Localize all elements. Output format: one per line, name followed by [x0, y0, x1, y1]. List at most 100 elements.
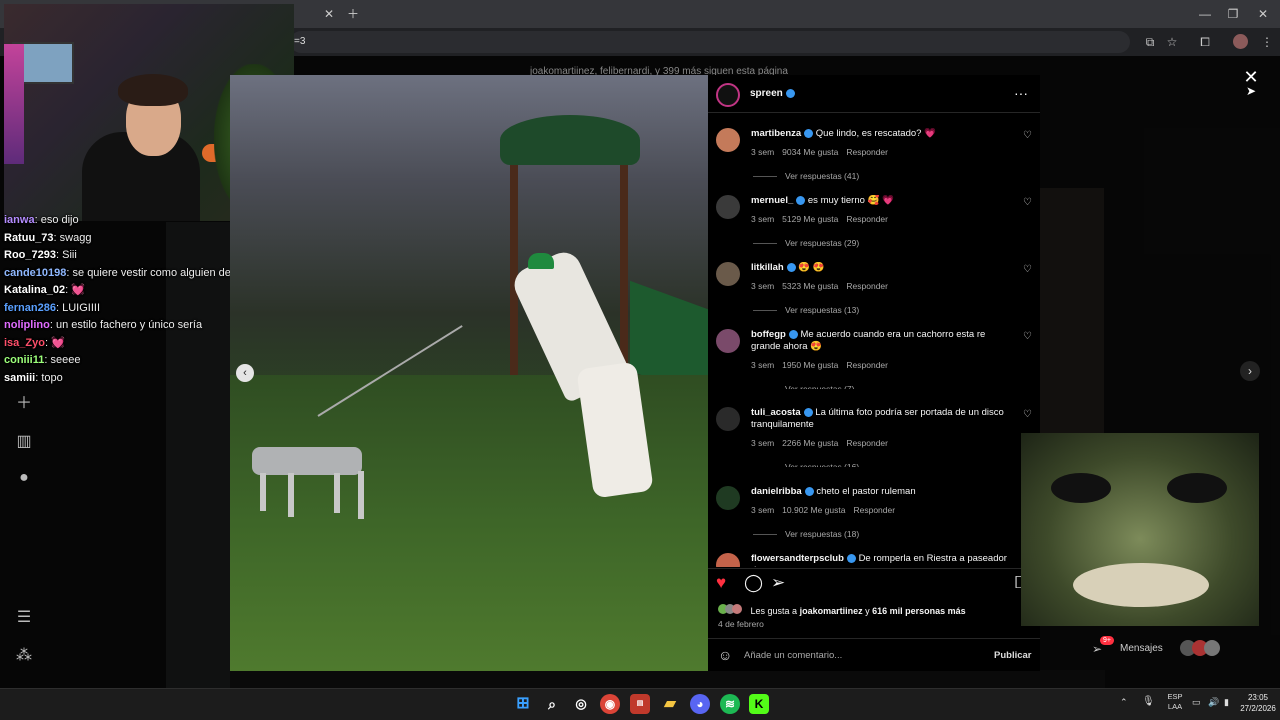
volume-icon[interactable]: 🔊 [1208, 697, 1219, 708]
address-bar[interactable]: =3 [290, 31, 1130, 53]
chat-username: samiii [4, 371, 36, 384]
comment-likes[interactable]: 1950 Me gusta [782, 360, 838, 370]
reply-button[interactable]: Responder [846, 147, 888, 157]
view-replies-button[interactable]: Ver respuestas (18) [753, 529, 859, 539]
comment-like-heart-icon[interactable]: ♡ [1023, 130, 1032, 141]
comment-likes[interactable]: 10.902 Me gusta [782, 505, 845, 515]
commenter-avatar[interactable] [716, 262, 740, 286]
cat-eye [1167, 473, 1227, 503]
copilot-icon[interactable]: ◎ [571, 694, 591, 714]
comment-username[interactable]: litkillah [751, 262, 784, 273]
reply-button[interactable]: Responder [853, 505, 895, 515]
tray-chevron-icon[interactable]: ⌃ [1120, 697, 1128, 708]
commenter-avatar[interactable] [716, 329, 740, 353]
comment-item: tuli_acosta La última foto podría ser po… [714, 407, 1036, 467]
green-cap [528, 253, 554, 269]
reply-button[interactable]: Responder [846, 360, 888, 370]
more-apps-icon[interactable]: ⁂ [14, 646, 34, 666]
extensions-icon[interactable]: ⧠ [1194, 32, 1216, 52]
comment-username[interactable]: martibenza [751, 128, 801, 139]
new-tab-icon[interactable]: ＋ [342, 4, 364, 24]
spotify-icon[interactable]: ≋ [720, 694, 740, 714]
system-clock[interactable]: 23:05 27/2/2026 [1236, 692, 1280, 714]
share-icon[interactable]: ➢ [771, 573, 785, 593]
comment-like-heart-icon[interactable]: ♡ [1023, 197, 1032, 208]
hamburger-menu-icon[interactable]: ☰ [14, 608, 34, 628]
chrome-icon[interactable]: ◉ [600, 694, 620, 714]
comment-likes[interactable]: 9034 Me gusta [782, 147, 838, 157]
author-username[interactable]: spreen [750, 88, 795, 99]
commenter-avatar[interactable] [716, 407, 740, 431]
messages-button[interactable]: ➢ 9+ Mensajes [1092, 636, 1232, 662]
comment-like-heart-icon[interactable]: ♡ [1023, 409, 1032, 420]
commenter-avatar[interactable] [716, 553, 740, 567]
view-replies-button[interactable]: Ver respuestas (41) [753, 171, 859, 181]
commenter-avatar[interactable] [716, 128, 740, 152]
comment-like-heart-icon[interactable]: ♡ [1023, 331, 1032, 342]
menu-icon[interactable]: ⋮ [1256, 32, 1278, 52]
microphone-icon[interactable]: 🎙 [1142, 696, 1155, 707]
comment-username[interactable]: danielribba [751, 486, 802, 497]
view-replies-button[interactable]: Ver respuestas (16) [753, 462, 859, 467]
file-explorer-icon[interactable]: ▰ [660, 694, 680, 714]
tab-close-icon[interactable]: ✕ [318, 4, 340, 24]
view-replies-button[interactable]: Ver respuestas (29) [753, 238, 859, 248]
reply-button[interactable]: Responder [846, 281, 888, 291]
install-app-icon[interactable]: ⧉ [1139, 32, 1161, 52]
display-icon[interactable]: ▭ [1192, 697, 1201, 708]
comment-meta: 3 sem 5323 Me gusta Responder [751, 281, 896, 291]
star-icon[interactable]: ☆ [1161, 32, 1183, 52]
cat-eye [1051, 473, 1111, 503]
publish-button[interactable]: Publicar [994, 650, 1032, 661]
comment-username[interactable]: mernuel_ [751, 195, 793, 206]
view-replies-button[interactable]: Ver respuestas (13) [753, 305, 859, 315]
commenter-avatar[interactable] [716, 486, 740, 510]
comment-likes[interactable]: 5129 Me gusta [782, 214, 838, 224]
likes-user[interactable]: joakomartiinez [800, 606, 863, 616]
backdrop-followers-note: joakomartiinez, felibernardi, y 399 más … [530, 66, 788, 77]
stats-icon[interactable]: ▥ [14, 432, 34, 452]
battery-icon[interactable]: ▮ [1224, 697, 1229, 708]
app-icon[interactable]: ▤ [630, 694, 650, 714]
reply-button[interactable]: Responder [846, 438, 888, 448]
discord-icon[interactable]: ◕ [690, 694, 710, 714]
robot-dog-leg [288, 473, 294, 517]
comment-meta: 3 sem 10.902 Me gusta Responder [751, 505, 903, 515]
chat-text: Siii [62, 249, 77, 261]
comment-username[interactable]: boffegp [751, 329, 786, 340]
comment-time: 3 sem [751, 438, 775, 448]
likes-summary[interactable]: Les gusta a joakomartiinez y 616 mil per… [718, 604, 1018, 616]
restore-icon[interactable]: ❐ [1222, 4, 1244, 24]
kick-icon[interactable]: K [749, 694, 769, 714]
more-options-icon[interactable]: ··· [1014, 85, 1028, 101]
comment-like-heart-icon[interactable]: ♡ [1023, 264, 1032, 275]
comment-likes[interactable]: 2266 Me gusta [782, 438, 838, 448]
comment-icon[interactable]: ◯ [744, 573, 763, 593]
comment-username[interactable]: flowersandterpsclub [751, 553, 844, 564]
reply-button[interactable]: Responder [846, 214, 888, 224]
emoji-icon[interactable]: ☺ [718, 647, 732, 663]
language-indicator[interactable]: ESP LAA [1160, 692, 1190, 712]
comment-item: martibenza Que lindo, es rescatado? 💗 3 s… [714, 128, 1036, 188]
commenter-avatar[interactable] [716, 195, 740, 219]
comment-input[interactable]: Añade un comentario... [744, 650, 964, 661]
windows-start-icon[interactable]: ⊞ [513, 694, 533, 714]
post-photo[interactable] [230, 75, 708, 671]
profile-avatar[interactable] [1233, 34, 1248, 49]
likes-count[interactable]: 616 mil personas más [872, 606, 966, 616]
robot-dog-leg [358, 471, 364, 519]
view-replies-button[interactable]: Ver respuestas (7) [753, 384, 854, 389]
comment-likes[interactable]: 5323 Me gusta [782, 281, 838, 291]
comment-item: mernuel_ es muy tierno 🥰 💗 3 sem 5129 Me g… [714, 195, 1036, 255]
plus-icon[interactable]: ＋ [14, 394, 34, 414]
previous-post-arrow-icon[interactable]: ‹ [236, 364, 254, 382]
comment-body: tuli_acosta La última foto podría ser po… [751, 407, 1013, 431]
search-icon[interactable]: ⌕ [542, 694, 562, 714]
close-icon[interactable]: ✕ [1252, 4, 1274, 24]
minimize-icon[interactable]: — [1194, 4, 1216, 24]
next-post-arrow-icon[interactable]: › [1240, 361, 1260, 381]
comment-username[interactable]: tuli_acosta [751, 407, 801, 418]
profile-dot-icon[interactable]: ● [14, 468, 34, 488]
author-avatar[interactable] [716, 83, 740, 107]
like-heart-icon[interactable]: ♥ [716, 573, 726, 593]
